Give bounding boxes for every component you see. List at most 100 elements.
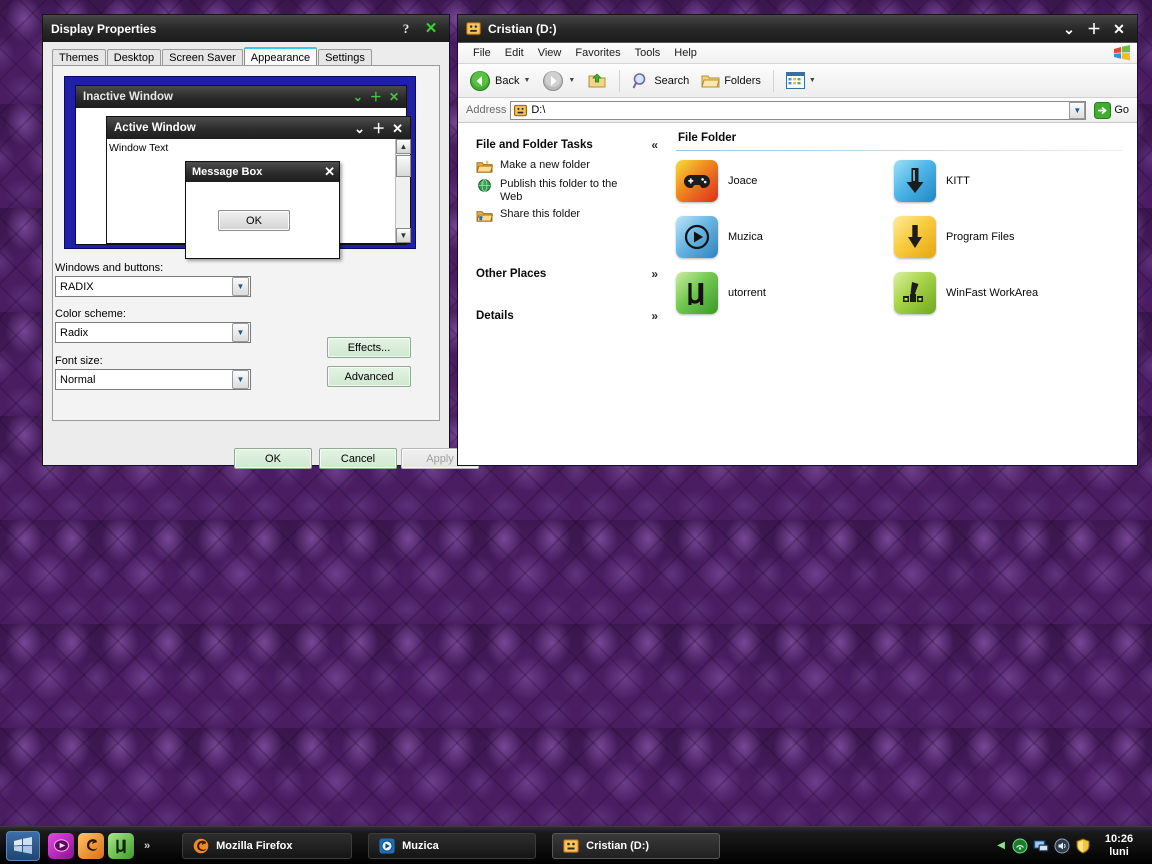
- tab-themes[interactable]: Themes: [52, 49, 106, 66]
- quick-launch-media-player-icon[interactable]: [48, 832, 74, 859]
- up-button[interactable]: [582, 68, 612, 94]
- menu-view[interactable]: View: [531, 47, 569, 59]
- menu-tools[interactable]: Tools: [628, 47, 668, 59]
- file-and-folder-tasks-header[interactable]: File and Folder Tasks «: [476, 138, 658, 152]
- share-folder-link[interactable]: Share this folder: [476, 208, 658, 223]
- back-button[interactable]: Back ▼: [464, 67, 535, 95]
- folders-icon: [701, 72, 720, 90]
- chevron-down-icon[interactable]: »: [651, 309, 658, 323]
- file-list-area[interactable]: File Folder Joace KITT Muzica Program Fi…: [668, 124, 1137, 465]
- chevron-down-icon[interactable]: ▼: [568, 77, 575, 84]
- task-button-label: Muzica: [402, 839, 439, 852]
- preview-scrollbar: ▲ ▼: [395, 139, 411, 243]
- task-button-cristian-d[interactable]: Cristian (D:): [552, 832, 721, 859]
- menu-help[interactable]: Help: [667, 47, 704, 59]
- chevron-down-icon[interactable]: ▼: [1069, 101, 1086, 119]
- other-places-header[interactable]: Other Places »: [476, 267, 658, 281]
- menu-edit[interactable]: Edit: [498, 47, 531, 59]
- file-item-label: KITT: [946, 175, 970, 187]
- display-properties-titlebar[interactable]: Display Properties ? ✕: [43, 15, 449, 42]
- mu-icon: [676, 272, 718, 314]
- file-item-utorrent[interactable]: utorrent: [676, 272, 766, 314]
- color-scheme-select[interactable]: Radix ▼: [55, 322, 251, 343]
- drive-icon: [466, 21, 481, 36]
- monitor-icon[interactable]: [1033, 838, 1049, 854]
- chevron-down-icon[interactable]: ▼: [232, 370, 249, 389]
- advanced-button[interactable]: Advanced: [327, 366, 411, 387]
- preview-inactive-close-icon: ✕: [388, 90, 399, 104]
- chevron-down-icon[interactable]: ▼: [232, 323, 249, 342]
- clock[interactable]: 10:26 luni: [1096, 833, 1144, 859]
- tab-desktop[interactable]: Desktop: [106, 49, 162, 66]
- task-button-muzica[interactable]: Muzica: [368, 832, 537, 859]
- forward-button[interactable]: ▼: [537, 67, 580, 95]
- font-size-select[interactable]: Normal ▼: [55, 369, 251, 390]
- views-button[interactable]: ▼: [781, 69, 821, 92]
- appearance-tab-page: Inactive Window ⌄ ＋ ✕ Active Window ⌄ ＋ …: [52, 65, 440, 421]
- toolbar-separator: [619, 69, 621, 92]
- cancel-button[interactable]: Cancel: [319, 448, 397, 469]
- chevron-down-icon[interactable]: ▼: [523, 77, 530, 84]
- windows-and-buttons-select[interactable]: RADIX ▼: [55, 276, 251, 297]
- folders-button[interactable]: Folders: [696, 69, 766, 93]
- file-item-winfast-workarea[interactable]: WinFast WorkArea: [894, 272, 1038, 314]
- firefox-icon: [193, 838, 209, 854]
- explorer-titlebar[interactable]: Cristian (D:) ⌄ ＋ ✕: [458, 15, 1137, 42]
- maximize-button[interactable]: ＋: [1086, 21, 1102, 37]
- search-button[interactable]: Search: [627, 69, 694, 93]
- menu-file[interactable]: File: [466, 47, 498, 59]
- effects-button[interactable]: Effects...: [327, 337, 411, 358]
- details-header[interactable]: Details »: [476, 309, 658, 323]
- clock-time: 10:26: [1104, 832, 1134, 845]
- toolbar-separator: [772, 69, 774, 92]
- file-item-muzica[interactable]: Muzica: [676, 216, 763, 258]
- publish-folder-link[interactable]: Publish this folder to the Web: [476, 178, 658, 204]
- views-icon: [785, 72, 805, 89]
- taskbar[interactable]: » Mozilla Firefox Muzica Cristian (D:) ◀…: [0, 826, 1152, 864]
- close-button[interactable]: ✕: [423, 21, 439, 37]
- tab-settings[interactable]: Settings: [318, 49, 372, 66]
- preview-message-box-title: Message Box: [192, 166, 263, 178]
- quick-launch-utorrent-icon[interactable]: [108, 832, 134, 859]
- make-new-folder-label: Make a new folder: [500, 159, 590, 171]
- quick-launch-firefox-icon[interactable]: [78, 832, 104, 859]
- start-button[interactable]: [6, 830, 40, 861]
- color-scheme-value: Radix: [60, 326, 89, 339]
- display-properties-window[interactable]: Display Properties ? ✕ Themes Desktop Sc…: [42, 14, 479, 469]
- file-and-folder-tasks-links: Make a new folder Publish this folder to…: [476, 159, 658, 223]
- make-new-folder-link[interactable]: Make a new folder: [476, 159, 658, 174]
- help-button[interactable]: ?: [398, 21, 414, 37]
- preview-active-maximize-icon: ＋: [372, 120, 386, 136]
- task-button-firefox[interactable]: Mozilla Firefox: [182, 832, 353, 859]
- chevron-down-icon[interactable]: »: [651, 267, 658, 281]
- volume-icon[interactable]: [1054, 838, 1070, 854]
- task-buttons: Mozilla Firefox Muzica Cristian (D:): [164, 832, 997, 859]
- minimize-button[interactable]: ⌄: [1061, 21, 1077, 37]
- tv-tuner-icon: [894, 272, 936, 314]
- chevron-down-icon[interactable]: ▼: [232, 277, 249, 296]
- close-button[interactable]: ✕: [1111, 21, 1127, 37]
- file-item-joace[interactable]: Joace: [676, 160, 757, 202]
- publish-folder-label: Publish this folder to the Web: [500, 178, 618, 203]
- preview-scroll-thumb: [396, 155, 411, 177]
- explorer-window[interactable]: Cristian (D:) ⌄ ＋ ✕ File Edit View Favor…: [457, 14, 1138, 466]
- file-item-kitt[interactable]: KITT: [894, 160, 970, 202]
- preview-scroll-down-icon: ▼: [396, 228, 411, 243]
- ok-button[interactable]: OK: [234, 448, 312, 469]
- chevron-up-icon[interactable]: «: [651, 138, 658, 152]
- tray-expand-icon[interactable]: ◀: [997, 840, 1005, 851]
- preview-inactive-minimize-icon: ⌄: [352, 90, 363, 104]
- go-button[interactable]: Go: [1090, 101, 1133, 119]
- file-item-program-files[interactable]: Program Files: [894, 216, 1014, 258]
- tab-appearance[interactable]: Appearance: [243, 47, 318, 66]
- menu-favorites[interactable]: Favorites: [568, 47, 627, 59]
- shield-icon[interactable]: [1075, 837, 1091, 854]
- display-properties-title: Display Properties: [51, 21, 157, 36]
- font-size-value: Normal: [60, 373, 96, 386]
- network-icon[interactable]: [1012, 838, 1028, 854]
- tab-screen-saver[interactable]: Screen Saver: [162, 49, 243, 66]
- quick-launch-more-button[interactable]: »: [144, 840, 150, 852]
- chevron-down-icon[interactable]: ▼: [809, 77, 816, 84]
- address-input[interactable]: D:\ ▼: [510, 100, 1087, 120]
- gamepad-icon: [676, 160, 718, 202]
